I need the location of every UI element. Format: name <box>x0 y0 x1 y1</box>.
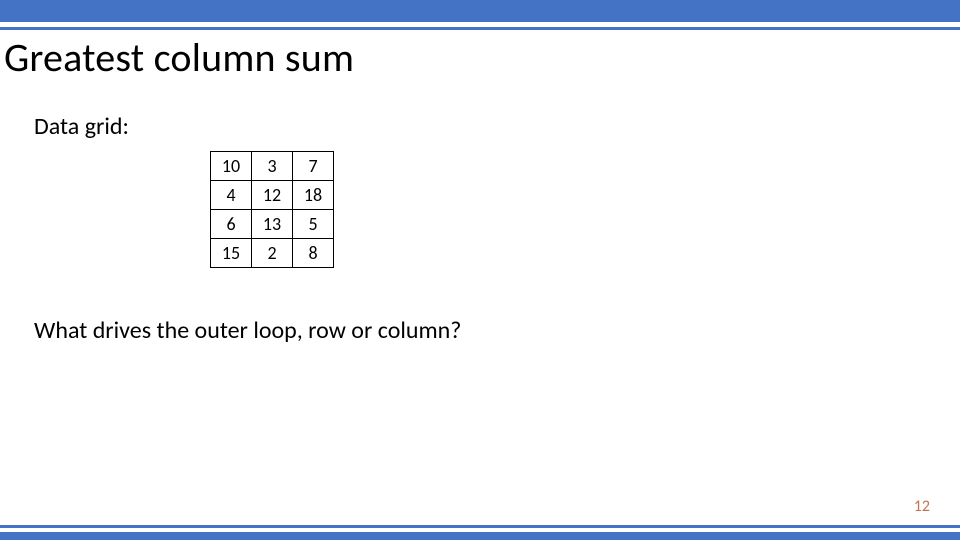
slide: Greatest column sum Data grid: 10 3 7 4 … <box>0 0 960 540</box>
cell: 3 <box>252 152 293 181</box>
question-text: What drives the outer loop, row or colum… <box>34 316 960 345</box>
table-row: 4 12 18 <box>211 181 334 210</box>
table-row: 15 2 8 <box>211 239 334 268</box>
table-row: 10 3 7 <box>211 152 334 181</box>
cell: 7 <box>293 152 334 181</box>
cell: 2 <box>252 239 293 268</box>
cell: 15 <box>211 239 252 268</box>
data-grid: 10 3 7 4 12 18 6 13 5 15 2 8 <box>210 151 960 268</box>
cell: 5 <box>293 210 334 239</box>
data-grid-label: Data grid: <box>34 112 960 141</box>
cell: 10 <box>211 152 252 181</box>
cell: 4 <box>211 181 252 210</box>
cell: 8 <box>293 239 334 268</box>
cell: 18 <box>293 181 334 210</box>
decor-top-bar-thin <box>0 27 960 30</box>
cell: 13 <box>252 210 293 239</box>
page-number: 12 <box>914 497 930 516</box>
decor-bottom-bar-thin <box>0 525 960 528</box>
table-row: 6 13 5 <box>211 210 334 239</box>
data-grid-table: 10 3 7 4 12 18 6 13 5 15 2 8 <box>210 151 334 268</box>
decor-top-bar-thick <box>0 0 960 22</box>
decor-bottom-bar-thick <box>0 532 960 540</box>
cell: 12 <box>252 181 293 210</box>
slide-title: Greatest column sum <box>4 36 960 80</box>
cell: 6 <box>211 210 252 239</box>
